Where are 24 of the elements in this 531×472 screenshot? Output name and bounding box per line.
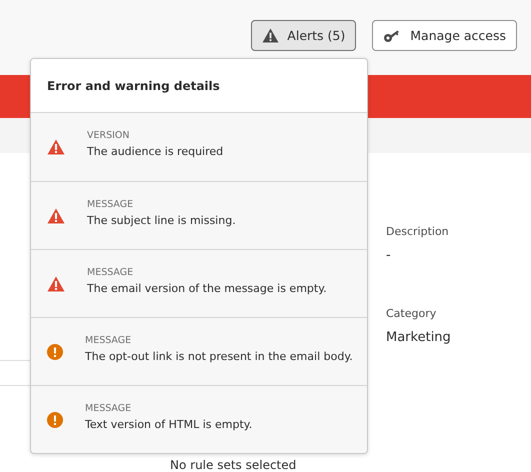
field-value: Marketing: [386, 330, 451, 345]
alert-category: MESSAGE: [85, 334, 132, 346]
warning-icon: [47, 412, 63, 428]
field-label: Description: [386, 225, 450, 238]
warning-icon: [47, 344, 63, 360]
manage-access-button[interactable]: Manage access: [372, 20, 517, 51]
alert-message: The email version of the message is empty.: [87, 282, 327, 294]
alert-category: VERSION: [87, 130, 131, 141]
field-label: Category: [386, 307, 438, 320]
error-icon: [47, 139, 65, 155]
alert-message: The subject line is missing.: [87, 214, 236, 226]
alert-category: MESSAGE: [85, 402, 132, 414]
error-icon: [47, 276, 65, 292]
alert-message: The audience is required: [87, 145, 224, 158]
popover-title: Error and warning details: [31, 59, 367, 113]
warning-icon: [262, 28, 280, 43]
alert-category: MESSAGE: [87, 198, 134, 210]
field-value: -: [386, 248, 392, 263]
rule-sets-text: No rule sets selected: [169, 458, 298, 472]
error-icon: [47, 208, 65, 224]
alert-message: Text version of HTML is empty.: [85, 418, 252, 430]
alert-category: MESSAGE: [87, 266, 134, 278]
alert-message: The opt-out link is not present in the email body.: [85, 350, 353, 362]
alerts-button[interactable]: Alerts (5): [251, 20, 356, 51]
